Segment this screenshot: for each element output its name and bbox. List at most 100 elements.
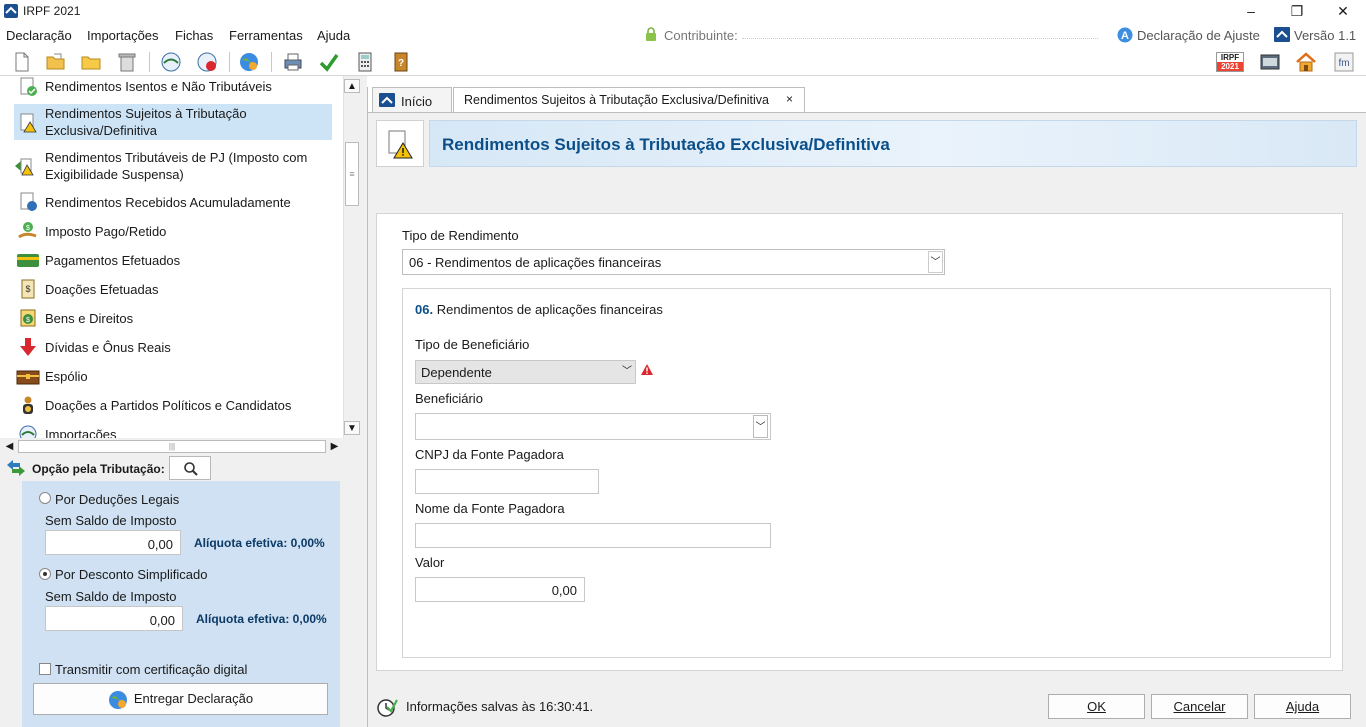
trash-icon[interactable] bbox=[116, 51, 138, 73]
version-icon bbox=[1274, 27, 1290, 42]
radio-selected-dot bbox=[43, 572, 47, 576]
spreadsheet-icon[interactable] bbox=[1259, 51, 1281, 73]
simplificado-saldo-label: Sem Saldo de Imposto bbox=[45, 589, 177, 604]
nav-item-rendimentos-pj-suspensa[interactable]: Rendimentos Tributáveis de PJ (Imposto c… bbox=[0, 148, 332, 184]
entregar-declaracao-button[interactable]: Entregar Declaração bbox=[33, 683, 328, 715]
page-icon-box bbox=[376, 120, 424, 167]
open-folder-icon[interactable] bbox=[45, 51, 67, 73]
maximize-button[interactable]: ❐ bbox=[1274, 0, 1320, 22]
simplificado-aliquota: Alíquota efetiva: 0,00% bbox=[196, 612, 327, 626]
title-bar: IRPF 2021 – ❐ ✕ bbox=[0, 0, 1366, 22]
svg-text:?: ? bbox=[398, 58, 404, 69]
nav-item-espolio[interactable]: Espólio bbox=[0, 366, 332, 394]
help-book-icon[interactable]: ? bbox=[390, 51, 412, 73]
receita-person-icon[interactable] bbox=[196, 51, 218, 73]
nav-item-dividas[interactable]: Dívidas e Ônus Reais bbox=[0, 337, 332, 365]
deducoes-label: Por Deduções Legais bbox=[55, 492, 180, 507]
valor-input[interactable]: 0,00 bbox=[415, 577, 585, 602]
chest-icon bbox=[16, 370, 40, 385]
lock-icon bbox=[646, 27, 656, 41]
menu-ferramentas[interactable]: Ferramentas bbox=[229, 28, 303, 43]
receita-globe-icon[interactable] bbox=[160, 51, 182, 73]
tab-rendimentos-exclusivos[interactable]: Rendimentos Sujeitos à Tributação Exclus… bbox=[453, 87, 805, 114]
deducoes-radio[interactable] bbox=[39, 492, 51, 504]
home-icon[interactable] bbox=[1295, 51, 1317, 73]
nav-item-bens-direitos[interactable]: $ Bens e Direitos bbox=[0, 308, 332, 336]
opcao-tributacao-panel: Por Deduções Legais Sem Saldo de Imposto… bbox=[22, 481, 340, 727]
tributacao-search-button[interactable] bbox=[169, 456, 211, 480]
check-document-icon bbox=[20, 77, 37, 96]
globe-send-icon[interactable] bbox=[238, 51, 260, 73]
chevron-down-icon: ﹀ bbox=[928, 251, 943, 273]
new-document-icon[interactable] bbox=[11, 51, 33, 73]
nav-item-rendimentos-acumulados[interactable]: Rendimentos Recebidos Acumuladamente bbox=[0, 192, 332, 220]
tributacao-arrows-icon bbox=[7, 460, 25, 476]
certificacao-checkbox[interactable] bbox=[39, 663, 51, 675]
irpf-2021-badge[interactable]: IRPF 2021 bbox=[1216, 52, 1244, 72]
printer-icon[interactable] bbox=[282, 51, 304, 73]
nav-item-label: Rendimentos Isentos e Não Tributáveis bbox=[45, 79, 272, 94]
scroll-thumb[interactable]: ≡ bbox=[345, 142, 359, 206]
fichas-tree: Rendimentos Isentos e Não Tributáveis Re… bbox=[0, 76, 343, 438]
certificacao-label: Transmitir com certificação digital bbox=[55, 662, 248, 677]
toolbar-separator bbox=[229, 52, 230, 72]
tab-inicio[interactable]: Início bbox=[372, 87, 452, 113]
menu-declaracao[interactable]: Declaração bbox=[6, 28, 72, 43]
nav-item-label: Rendimentos Recebidos Acumuladamente bbox=[45, 195, 291, 210]
help-button[interactable]: Ajuda bbox=[1254, 694, 1351, 719]
tipo-beneficiario-label: Tipo de Beneficiário bbox=[415, 337, 530, 352]
section-box: 06. Rendimentos de aplicações financeira… bbox=[402, 288, 1331, 658]
cnpj-label: CNPJ da Fonte Pagadora bbox=[415, 447, 564, 462]
tab-strip-bg bbox=[367, 76, 1366, 87]
nav-item-pagamentos[interactable]: Pagamentos Efetuados bbox=[0, 250, 332, 278]
nav-item-importacoes[interactable]: Importações bbox=[0, 424, 332, 438]
money-bag-icon: $ bbox=[20, 309, 36, 327]
scroll-down-icon[interactable]: ▼ bbox=[344, 421, 360, 435]
menu-bar: Declaração Importações Fichas Ferramenta… bbox=[0, 22, 1366, 48]
chevron-down-icon: ﹀ bbox=[753, 415, 768, 438]
sefaz-fm-icon[interactable]: fm bbox=[1333, 51, 1355, 73]
calculator-icon[interactable] bbox=[354, 51, 376, 73]
save-clock-icon bbox=[377, 699, 398, 717]
nav-horizontal-scrollbar[interactable]: ◀ ||| ▶ bbox=[0, 438, 343, 455]
tab-close-icon[interactable]: × bbox=[786, 92, 793, 106]
close-window-button[interactable]: ✕ bbox=[1320, 0, 1366, 22]
toolbar-separator bbox=[149, 52, 150, 72]
political-donation-icon bbox=[23, 396, 33, 414]
nav-item-rendimentos-isentos[interactable]: Rendimentos Isentos e Não Tributáveis bbox=[0, 76, 332, 97]
credit-card-icon bbox=[17, 254, 39, 267]
tipo-rendimento-label: Tipo de Rendimento bbox=[402, 228, 519, 243]
check-icon[interactable] bbox=[318, 51, 340, 73]
contribuinte-name-field bbox=[742, 38, 1098, 39]
beneficiario-select[interactable]: ﹀ bbox=[415, 413, 771, 440]
simplificado-label: Por Desconto Simplificado bbox=[55, 567, 208, 582]
menu-ajuda[interactable]: Ajuda bbox=[317, 28, 350, 43]
home-flag-icon bbox=[379, 93, 395, 107]
nav-vertical-scrollbar[interactable]: ▲ ≡ ▼ bbox=[343, 76, 360, 438]
deducoes-saldo-label: Sem Saldo de Imposto bbox=[45, 513, 177, 528]
horizontal-scroll-thumb[interactable]: ||| bbox=[18, 440, 326, 453]
cnpj-input[interactable] bbox=[415, 469, 599, 494]
minimize-button[interactable]: – bbox=[1228, 0, 1274, 22]
section-code: 06. bbox=[415, 302, 434, 317]
folder-icon[interactable] bbox=[80, 51, 102, 73]
nav-item-doacoes[interactable]: $ Doações Efetuadas bbox=[0, 279, 332, 307]
nome-fonte-input[interactable] bbox=[415, 523, 771, 548]
scroll-right-icon[interactable]: ▶ bbox=[327, 439, 342, 454]
scroll-left-icon[interactable]: ◀ bbox=[2, 439, 17, 454]
nav-item-imposto-pago[interactable]: $ Imposto Pago/Retido bbox=[0, 221, 332, 249]
menu-fichas[interactable]: Fichas bbox=[175, 28, 213, 43]
scroll-up-icon[interactable]: ▲ bbox=[344, 79, 360, 93]
cancel-label: Cancelar bbox=[1173, 699, 1226, 714]
menu-importacoes[interactable]: Importações bbox=[87, 28, 159, 43]
valor-label: Valor bbox=[415, 555, 445, 570]
nav-item-doacoes-partidos[interactable]: Doações a Partidos Políticos e Candidato… bbox=[0, 395, 332, 423]
cancel-button[interactable]: Cancelar bbox=[1151, 694, 1248, 719]
ok-button[interactable]: OK bbox=[1048, 694, 1145, 719]
tipo-rendimento-select[interactable]: 06 - Rendimentos de aplicações financeir… bbox=[402, 249, 945, 275]
simplificado-radio[interactable] bbox=[39, 568, 51, 580]
svg-text:$: $ bbox=[26, 225, 30, 232]
tipo-beneficiario-select[interactable]: Dependente ﹀ bbox=[415, 360, 636, 384]
nav-item-label: Imposto Pago/Retido bbox=[45, 224, 167, 239]
nav-item-rendimentos-exclusivos[interactable]: Rendimentos Sujeitos à Tributação Exclus… bbox=[14, 104, 332, 140]
